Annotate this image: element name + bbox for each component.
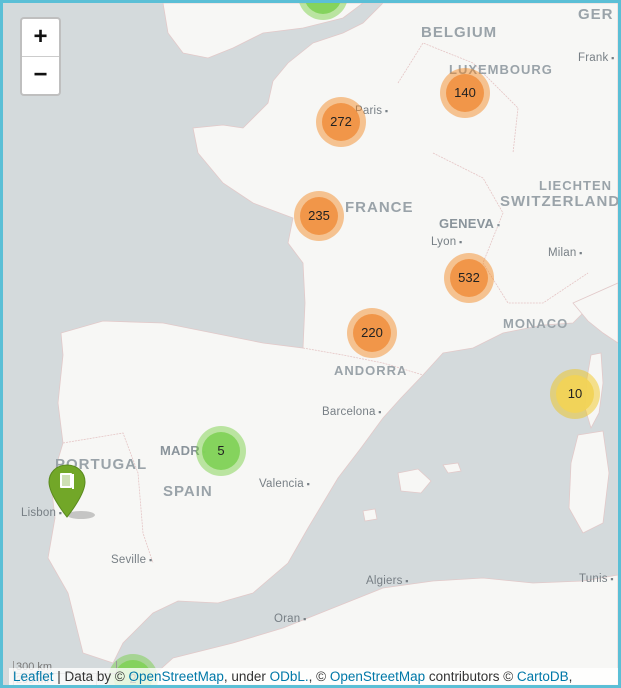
leaflet-link[interactable]: Leaflet xyxy=(13,669,54,684)
land-mallorca xyxy=(397,468,432,494)
cluster-count: 532 xyxy=(450,259,488,297)
map-attribution: Leaflet | Data by © OpenStreetMap, under… xyxy=(9,668,618,685)
cluster-marker-5[interactable]: 5 xyxy=(196,426,246,476)
country-label-belgium: BELGIUM xyxy=(421,24,498,41)
city-label-lyon: Lyon xyxy=(431,236,462,248)
cluster-count: 235 xyxy=(300,197,338,235)
cluster-marker-235[interactable]: 235 xyxy=(294,191,344,241)
cluster-marker-10[interactable]: 10 xyxy=(550,369,600,419)
city-label-frankfurt: Frank xyxy=(578,52,615,64)
cluster-count: 5 xyxy=(202,432,240,470)
cluster-marker-140[interactable]: 140 xyxy=(440,68,490,118)
city-label-tunis: Tunis xyxy=(579,573,614,585)
city-label-algiers: Algiers xyxy=(366,575,409,587)
map-frame[interactable]: BELGIUM LUXEMBOURG FRANCE LIECHTEN SWITZ… xyxy=(0,0,621,688)
country-label-liechtenstein: LIECHTEN xyxy=(539,178,612,193)
odbl-link[interactable]: ODbL. xyxy=(270,669,309,684)
city-label-milan: Milan xyxy=(548,247,583,259)
osm-link[interactable]: OpenStreetMap xyxy=(129,669,224,684)
zoom-in-button[interactable]: + xyxy=(22,19,59,56)
country-label-switzerland: SWITZERLAND xyxy=(500,193,621,210)
osm-contrib-link[interactable]: OpenStreetMap xyxy=(330,669,425,684)
cartodb-link[interactable]: CartoDB xyxy=(517,669,569,684)
cluster-marker-532[interactable]: 532 xyxy=(444,253,494,303)
land-menorca xyxy=(442,462,462,474)
zoom-control: + − xyxy=(20,17,61,96)
city-label-oran: Oran xyxy=(274,613,306,625)
country-label-spain: SPAIN xyxy=(163,483,213,500)
cluster-count: 272 xyxy=(322,103,360,141)
cluster-count: 10 xyxy=(556,375,594,413)
cluster-count: 220 xyxy=(353,314,391,352)
cluster-marker-272[interactable]: 272 xyxy=(316,97,366,147)
land-sardinia xyxy=(568,430,610,534)
city-label-barcelona: Barcelona xyxy=(322,406,382,418)
cluster-marker-220[interactable]: 220 xyxy=(347,308,397,358)
cluster-count: 140 xyxy=(446,74,484,112)
book-marker-icon[interactable] xyxy=(45,463,95,523)
country-label-andorra: ANDORRA xyxy=(334,363,408,378)
map-tiles[interactable] xyxy=(3,3,618,685)
city-label-seville: Seville xyxy=(111,554,152,566)
country-label-monaco: MONACO xyxy=(503,316,569,331)
zoom-out-button[interactable]: − xyxy=(22,56,59,94)
city-label-geneva: GENEVA xyxy=(439,216,500,231)
country-label-germany: GER xyxy=(578,6,614,23)
country-label-france: FRANCE xyxy=(345,199,414,216)
land-ibiza xyxy=(362,508,378,522)
city-label-valencia: Valencia xyxy=(259,478,310,490)
